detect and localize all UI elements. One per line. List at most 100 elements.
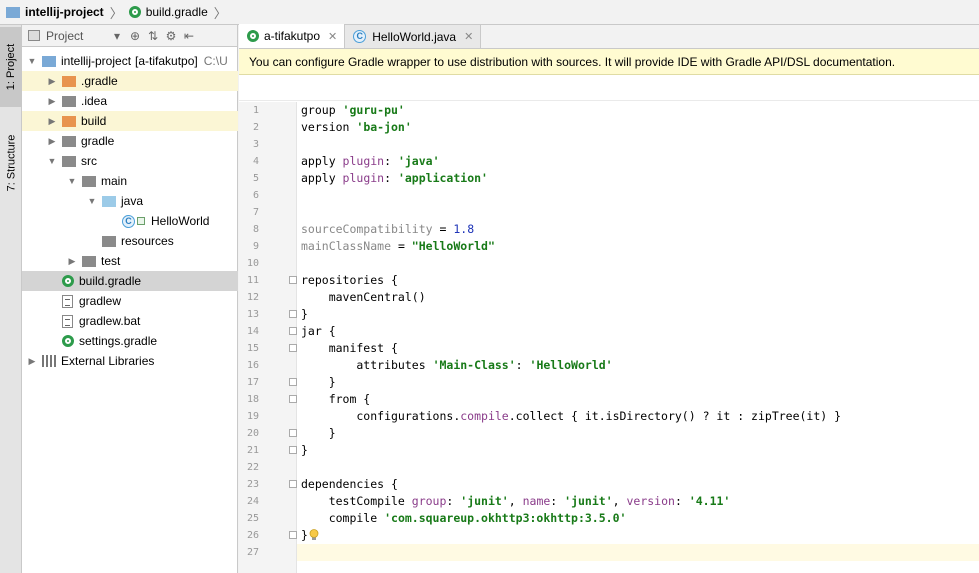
folder-icon <box>6 6 20 18</box>
code-line[interactable]: apply plugin: 'java' <box>301 153 440 170</box>
tree-item[interactable]: ▶ External Libraries <box>22 351 238 371</box>
collapse-arrow-icon[interactable]: ▶ <box>46 76 58 87</box>
code-line[interactable]: } <box>301 442 308 459</box>
breadcrumb-file[interactable]: build.gradle <box>128 5 208 19</box>
code-token: , <box>612 494 627 508</box>
code-token: : <box>550 494 565 508</box>
code-line[interactable]: version 'ba-jon' <box>301 119 412 136</box>
code-line[interactable]: attributes 'Main-Class': 'HelloWorld' <box>301 357 612 374</box>
code-token: : <box>384 154 398 168</box>
fold-marker-icon[interactable] <box>289 378 297 386</box>
expand-arrow-icon[interactable]: ▼ <box>86 196 98 206</box>
fold-marker-icon[interactable] <box>289 344 297 352</box>
tool-window-strip: 1: Project 7: Structure <box>0 25 22 573</box>
tree-item-label: settings.gradle <box>79 334 158 348</box>
collapse-all-icon[interactable]: ⇅ <box>144 29 162 43</box>
hide-panel-icon[interactable]: ⇤ <box>180 29 198 43</box>
code-token: } <box>301 528 308 542</box>
tree-item-label: src <box>81 154 97 168</box>
lightbulb-icon[interactable] <box>309 529 319 541</box>
fold-marker-icon[interactable] <box>289 395 297 403</box>
collapse-arrow-icon[interactable]: ▶ <box>46 116 58 127</box>
folder-icon <box>82 175 96 187</box>
tool-tab-structure[interactable]: 7: Structure <box>0 113 22 213</box>
code-token: jar { <box>301 324 336 338</box>
fold-marker-icon[interactable] <box>289 531 297 539</box>
fold-marker-icon[interactable] <box>289 276 297 284</box>
code-line[interactable]: sourceCompatibility = 1.8 <box>301 221 474 238</box>
fold-marker-icon[interactable] <box>289 429 297 437</box>
tool-tab-project[interactable]: 1: Project <box>0 27 22 107</box>
line-number: 26 <box>246 530 259 541</box>
tree-item[interactable]: build.gradle <box>22 271 238 291</box>
tool-tab-structure-label: 7: Structure <box>5 134 18 192</box>
code-line[interactable]: configurations.compile.collect { it.isDi… <box>301 408 841 425</box>
code-editor[interactable]: 1 2 3 4 5 6 7 8 9 10 11 12 13 14 15 16 17 18 19 20 21 22 23 24 2… <box>239 102 979 573</box>
tree-item[interactable]: ▼ main <box>22 171 238 191</box>
gradle-wrapper-notification[interactable]: You can configure Gradle wrapper to use … <box>239 49 979 75</box>
breadcrumb-project[interactable]: intellij-project <box>6 5 104 19</box>
collapse-arrow-icon[interactable]: ▶ <box>46 136 58 147</box>
collapse-arrow-icon[interactable]: ▶ <box>26 356 38 367</box>
expand-arrow-icon[interactable]: ▼ <box>46 156 58 166</box>
class-icon: C <box>353 30 367 43</box>
code-token: mainClassName <box>301 239 392 253</box>
code-line[interactable]: } <box>301 425 336 442</box>
tree-item[interactable]: gradlew.bat <box>22 311 238 331</box>
code-line[interactable]: jar { <box>301 323 336 340</box>
current-line-highlight <box>297 544 979 561</box>
collapse-arrow-icon[interactable]: ▶ <box>46 96 58 107</box>
dropdown-arrow-icon[interactable]: ▾ <box>108 29 126 43</box>
fold-marker-icon[interactable] <box>289 310 297 318</box>
code-line[interactable]: testCompile group: 'junit', name: 'junit… <box>301 493 731 510</box>
expand-arrow-icon[interactable]: ▼ <box>26 56 38 66</box>
code-line[interactable]: manifest { <box>301 340 398 357</box>
code-line[interactable]: dependencies { <box>301 476 398 493</box>
chevron-right-icon: 〉 <box>213 5 227 21</box>
project-view-select[interactable]: Project <box>46 29 108 43</box>
tree-item[interactable]: ▼ src <box>22 151 238 171</box>
expand-arrow-icon[interactable]: ▼ <box>66 176 78 186</box>
line-number: 13 <box>246 309 259 320</box>
code-token: "HelloWorld" <box>411 239 495 253</box>
tree-item[interactable]: ▶ .idea <box>22 91 238 111</box>
tree-item[interactable]: settings.gradle <box>22 331 238 351</box>
scroll-from-source-icon[interactable]: ⊕ <box>126 29 144 43</box>
code-token: plugin <box>342 171 385 185</box>
collapse-arrow-icon[interactable]: ▶ <box>66 256 78 267</box>
settings-gear-icon[interactable]: ⚙ <box>162 29 180 43</box>
code-line[interactable]: from { <box>301 391 371 408</box>
line-number: 2 <box>252 122 259 133</box>
tree-item[interactable]: ▶ build <box>22 111 238 131</box>
editor-tab-helloworld[interactable]: C HelloWorld.java ✕ <box>345 25 482 48</box>
code-line[interactable]: compile 'com.squareup.okhttp3:okhttp:3.5… <box>301 510 627 527</box>
fold-marker-icon[interactable] <box>289 327 297 335</box>
code-token: group <box>411 494 447 508</box>
code-token: testCompile <box>301 494 412 508</box>
code-line[interactable]: } <box>301 374 336 391</box>
code-line[interactable]: mavenCentral() <box>301 289 426 306</box>
tree-item[interactable]: ▼ java <box>22 191 238 211</box>
tree-item[interactable]: ▶ .gradle <box>22 71 238 91</box>
fold-marker-icon[interactable] <box>289 480 297 488</box>
code-line[interactable]: } <box>301 527 308 544</box>
code-line[interactable]: } <box>301 306 308 323</box>
code-line[interactable]: mainClassName = "HelloWorld" <box>301 238 495 255</box>
tree-item[interactable]: gradlew <box>22 291 238 311</box>
close-icon[interactable]: ✕ <box>464 30 473 43</box>
editor-tab-build-gradle[interactable]: a-tifakutpo ✕ <box>239 24 346 48</box>
code-line[interactable]: apply plugin: 'application' <box>301 170 488 187</box>
code-token: : <box>384 171 398 185</box>
tree-item[interactable]: resources <box>22 231 238 251</box>
code-line[interactable]: group 'guru-pu' <box>301 102 405 119</box>
fold-marker-icon[interactable] <box>289 446 297 454</box>
folder-icon <box>102 235 116 247</box>
library-icon <box>42 355 56 367</box>
tree-item-label: .idea <box>81 94 108 108</box>
tree-item[interactable]: ▼ intellij-project [a-tifakutpo] C:\U <box>22 51 238 71</box>
tree-item[interactable]: C HelloWorld <box>22 211 238 231</box>
tree-item[interactable]: ▶ test <box>22 251 238 271</box>
code-line[interactable]: repositories { <box>301 272 398 289</box>
tree-item[interactable]: ▶ gradle <box>22 131 238 151</box>
close-icon[interactable]: ✕ <box>328 30 337 43</box>
